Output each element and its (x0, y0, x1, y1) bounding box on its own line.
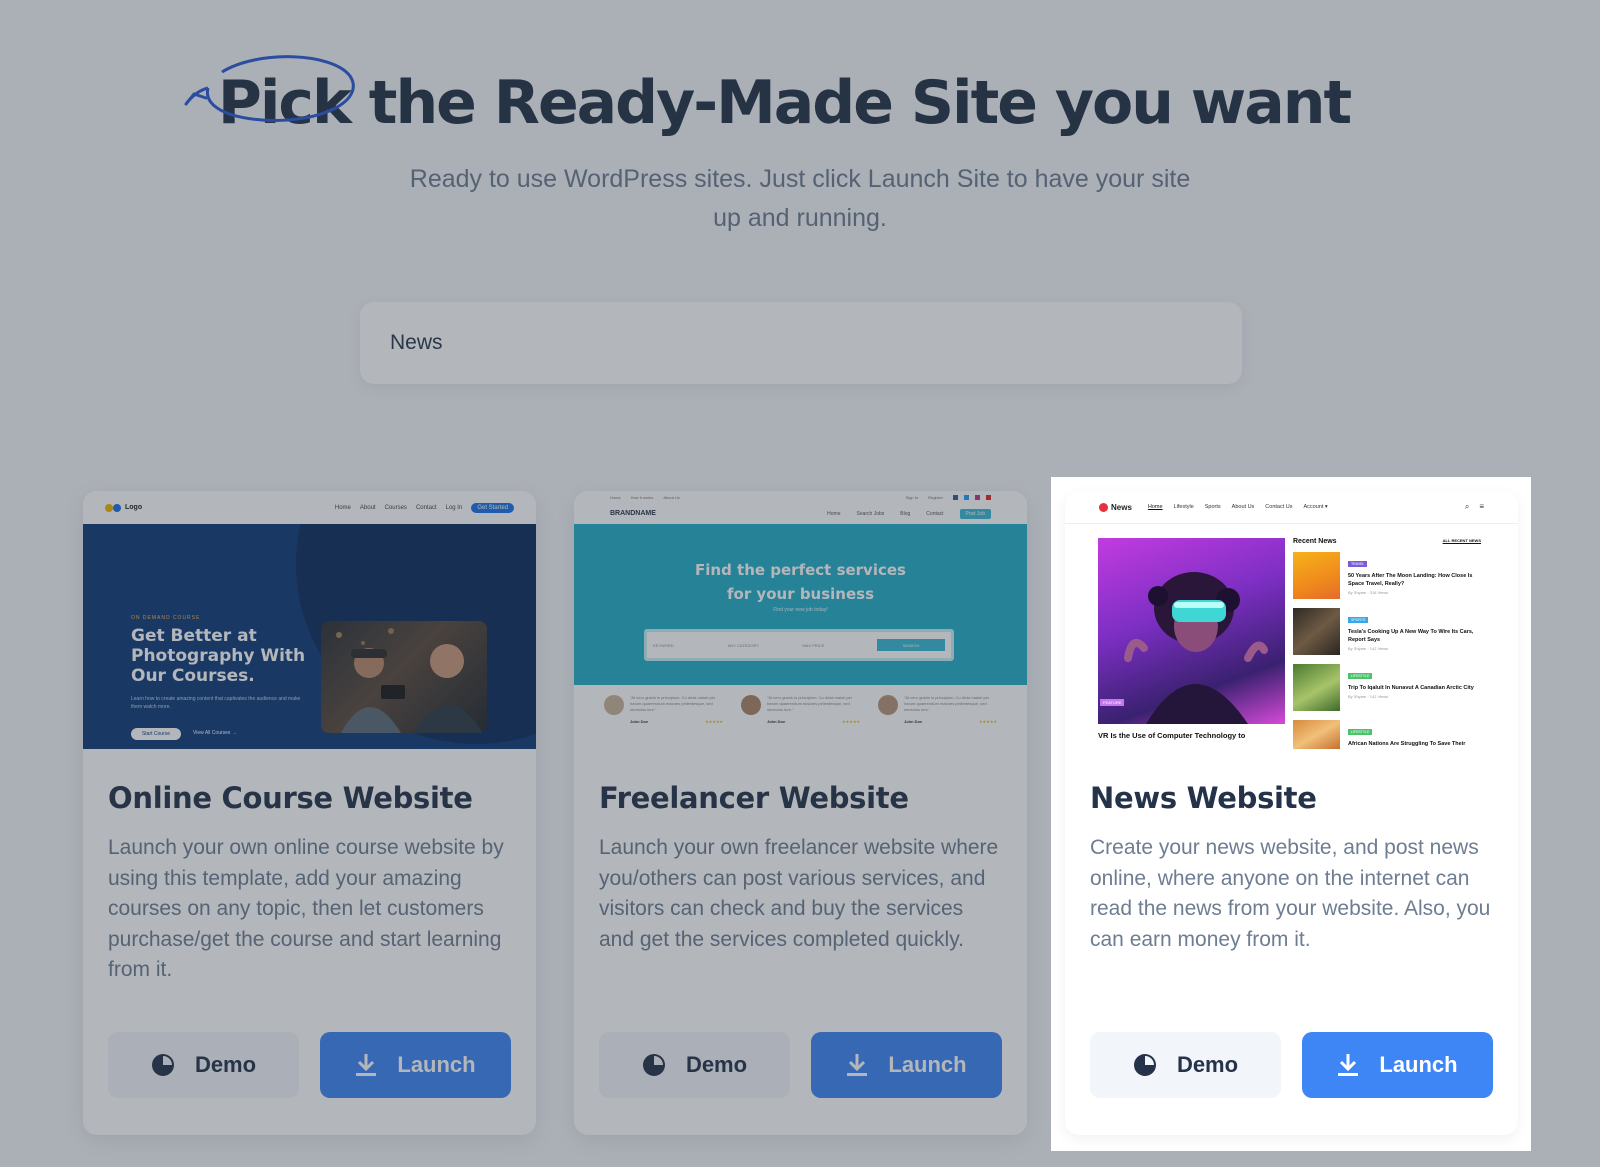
card-title: Freelancer Website (599, 781, 909, 815)
list-item: TRAVEL 50 Years After The Moon Landing: … (1293, 552, 1481, 608)
page-title: Pick the Ready-Made Site you want (0, 55, 1568, 138)
preview-navbar: BRANDNAME Home Search Jobs Blog Contact Pos… (574, 503, 1027, 524)
preview-recent-heading: Recent News ALL RECENT NEWS (1293, 538, 1481, 545)
preview-nav-link: Contact (415, 504, 437, 511)
list-item: LIFESTYLE African Nations Are Struggling… (1293, 720, 1481, 749)
preview-feature-title: VR Is the Use of Computer Technology to (1098, 731, 1246, 740)
launch-button[interactable]: Launch (1302, 1032, 1493, 1098)
launch-button-label: Launch (1379, 1052, 1458, 1077)
preview-navbar: Logo Home About Courses Contact Log In G… (83, 491, 536, 524)
card-actions: Demo Launch (108, 1032, 511, 1098)
template-preview[interactable]: Home How it works About Us Sign In Register… (574, 491, 1027, 749)
template-card-freelancer: Home How it works About Us Sign In Register… (574, 491, 1027, 1135)
preview-kicker: ON DEMAND COURSE (131, 615, 201, 621)
demo-button-label: Demo (1176, 1052, 1239, 1077)
demo-button[interactable]: Demo (1090, 1032, 1281, 1098)
demo-button[interactable]: Demo (108, 1032, 299, 1098)
demo-button[interactable]: Demo (599, 1032, 790, 1098)
preview-subheadline: Find your new job today! (773, 607, 828, 613)
launch-button[interactable]: Launch (811, 1032, 1002, 1098)
title-rest: the Ready-Made Site you want (349, 68, 1352, 138)
pie-chart-icon (642, 1054, 665, 1076)
launch-button[interactable]: Launch (320, 1032, 511, 1098)
template-card-news: News Home Lifestyle Sports About Us Cont… (1065, 491, 1518, 1135)
card-description: Launch your own online course website by… (108, 836, 504, 981)
preview-blurb: Learn how to create amazing content that… (131, 696, 301, 710)
preview-logo: Logo (105, 503, 142, 512)
card-actions: Demo Launch (1090, 1032, 1493, 1098)
preview-hero: Find the perfect services for your busin… (574, 524, 1027, 685)
demo-button-label: Demo (685, 1052, 748, 1077)
search-input[interactable] (390, 331, 1212, 355)
preview-review: "At vero gravis in principium. Cu dicta … (604, 695, 723, 739)
preview-nav-link: Courses (384, 504, 407, 511)
download-icon (356, 1054, 377, 1076)
template-preview[interactable]: News Home Lifestyle Sports About Us Cont… (1065, 491, 1518, 749)
menu-icon: ≡ (1479, 502, 1484, 511)
preview-recent-list: TRAVEL 50 Years After The Moon Landing: … (1293, 552, 1481, 749)
preview-nav-link: Log In (445, 504, 463, 511)
page-subtitle: Ready to use WordPress sites. Just click… (409, 165, 1191, 232)
card-body: Online Course Website Launch your own on… (108, 781, 511, 986)
pie-chart-icon (1133, 1054, 1156, 1076)
card-body: Freelancer Website Launch your own freel… (599, 781, 1002, 955)
card-description: Create your news website, and post news … (1090, 836, 1491, 951)
preview-cta: Get Started (471, 502, 514, 513)
card-title: News Website (1090, 781, 1317, 815)
pie-chart-icon (151, 1054, 174, 1076)
download-icon (1338, 1054, 1359, 1076)
card-description: Launch your own freelancer website where… (599, 836, 999, 951)
launch-button-label: Launch (397, 1052, 476, 1077)
list-item: SPORTS Tesla's Cooking Up A New Way To W… (1293, 608, 1481, 664)
preview-view-link: View All Courses → (193, 730, 237, 736)
preview-nav-link: Home (334, 504, 351, 511)
preview-logo: News (1099, 502, 1132, 512)
preview-headline: Get Better at Photography With Our Cours… (131, 626, 306, 686)
preview-photo (321, 621, 487, 733)
card-title: Online Course Website (108, 781, 473, 815)
title-highlight-word: Pick (184, 55, 355, 138)
preview-feature-image: FEATURE (1098, 538, 1285, 724)
preview-topbar: Home How it works About Us Sign In Register (574, 491, 1027, 503)
template-preview[interactable]: Logo Home About Courses Contact Log In G… (83, 491, 536, 749)
preview-hero: ON DEMAND COURSE Get Better at Photograp… (83, 524, 536, 749)
demo-button-label: Demo (194, 1052, 257, 1077)
circle-annotation-icon (184, 55, 355, 122)
preview-review: "At vero gravis in principium. Cu dicta … (741, 695, 860, 739)
search-icon: ⌕ (1464, 502, 1470, 511)
preview-review: "At vero gravis in principium. Cu dicta … (878, 695, 997, 739)
preview-reviews: "At vero gravis in principium. Cu dicta … (574, 685, 1027, 749)
card-body: News Website Create your news website, a… (1090, 781, 1493, 955)
search-box[interactable] (360, 302, 1242, 384)
template-card-online-course: Logo Home About Courses Contact Log In G… (83, 491, 536, 1135)
preview-headline: Find the perfect services for your busin… (695, 561, 906, 603)
card-actions: Demo Launch (599, 1032, 1002, 1098)
launch-button-label: Launch (888, 1052, 967, 1077)
preview-brand: BRANDNAME (610, 510, 656, 517)
preview-feature-tag: FEATURE (1100, 699, 1125, 706)
preview-navbar: News Home Lifestyle Sports About Us Cont… (1065, 491, 1518, 524)
preview-start-button: Start Course (131, 728, 181, 740)
preview-nav-link: About (359, 504, 376, 511)
page: Pick the Ready-Made Site you want Ready … (0, 0, 1600, 1167)
list-item: LIFESTYLE Trip To Iqaluit In Nunavut A C… (1293, 664, 1481, 720)
preview-search: KEYWORD ANY CATEGORY MAX PRICE SEARCH (644, 629, 954, 661)
download-icon (847, 1054, 868, 1076)
